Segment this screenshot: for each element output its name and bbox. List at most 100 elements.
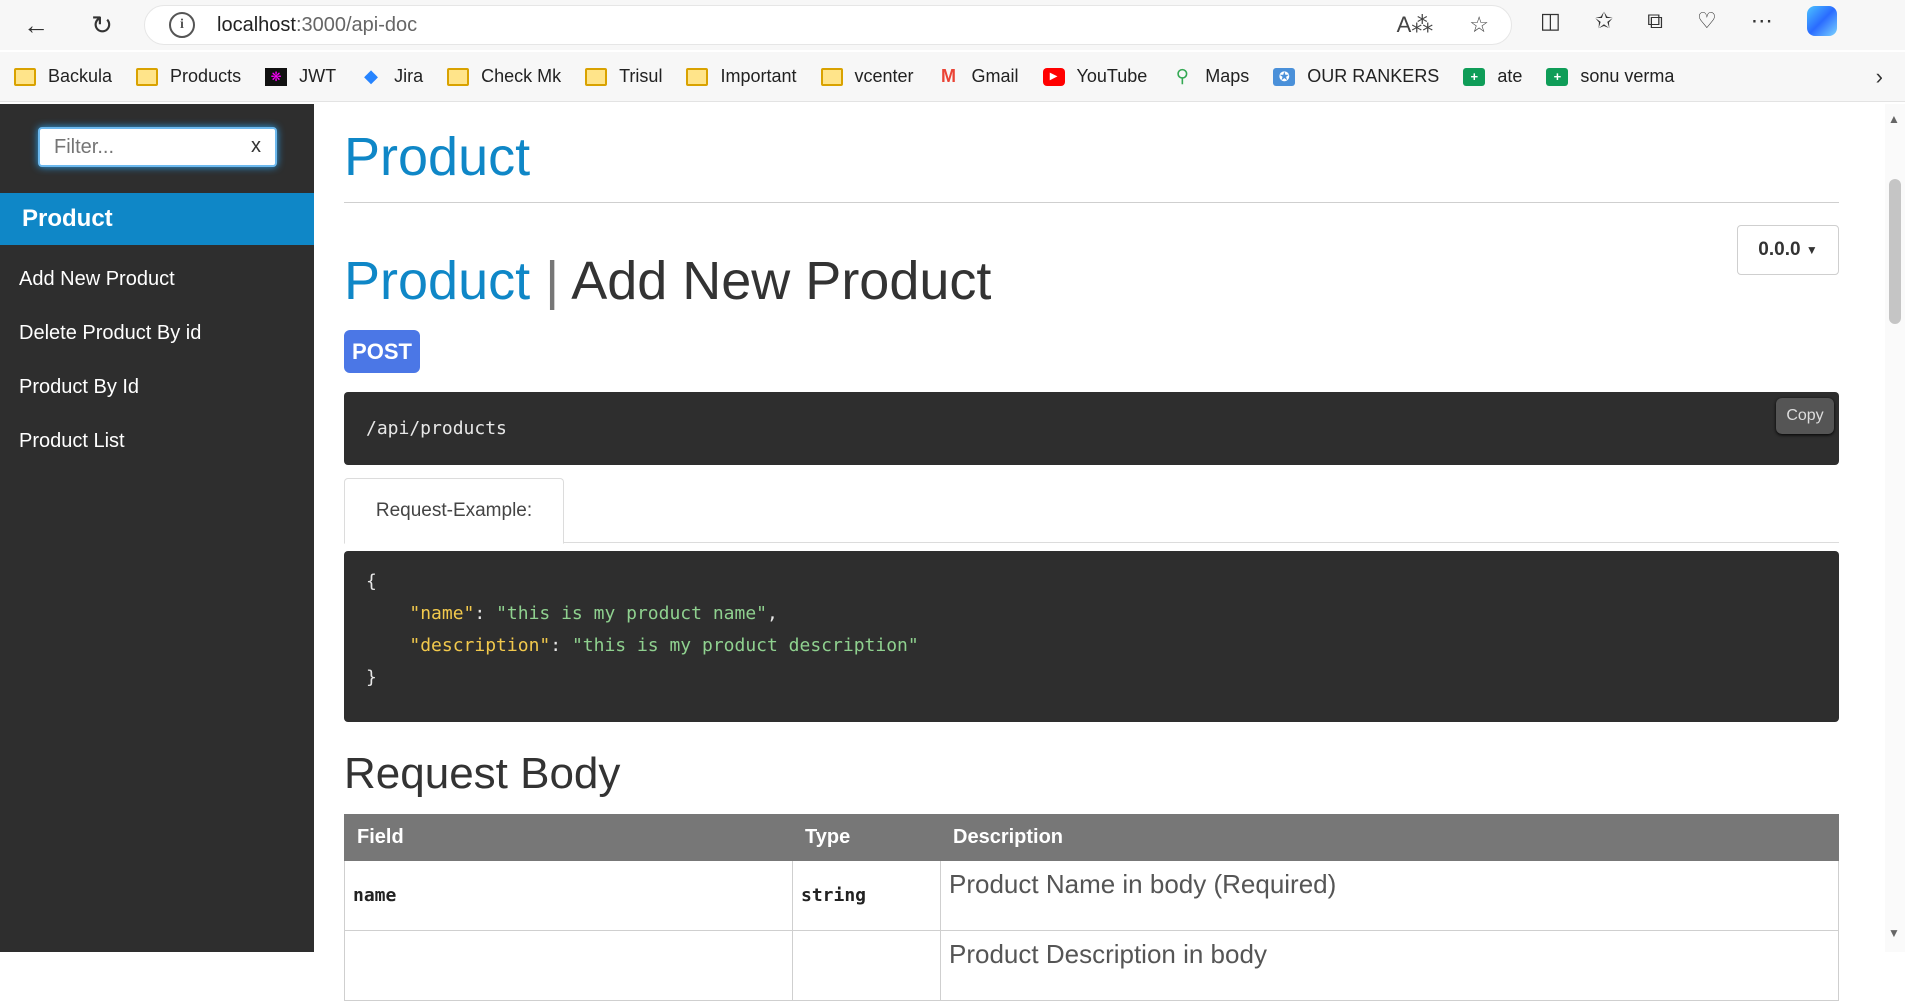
- jira-icon: ◆: [364, 66, 378, 86]
- bookmark-label: Jira: [394, 66, 424, 86]
- filter-box: x: [38, 127, 277, 167]
- bookmark-label: Trisul: [619, 66, 663, 86]
- request-body-heading: Request Body: [344, 749, 621, 798]
- request-example-code: { "name": "this is my product name", "de…: [344, 551, 1839, 722]
- split-screen-icon[interactable]: ◫: [1540, 8, 1561, 34]
- url-text: localhost:3000/api-doc: [217, 14, 417, 37]
- version-label: 0.0.0: [1758, 239, 1801, 260]
- table-row: name string Product Name in body (Requir…: [344, 860, 1839, 931]
- favorites-icon[interactable]: ✩: [1595, 8, 1613, 34]
- main-content: Product 0.0.0 ▼ Product | Add New Produc…: [344, 104, 1839, 1001]
- bookmark-item[interactable]: ⚲ Maps: [1171, 66, 1250, 87]
- sidebar-item-product-list[interactable]: Product List: [19, 430, 125, 453]
- bookmark-label: Important: [720, 66, 797, 86]
- bookmark-item[interactable]: Important: [686, 66, 797, 87]
- description-cell: Product Name in body (Required): [940, 860, 1839, 931]
- bookmark-item[interactable]: ▶ YouTube: [1042, 66, 1148, 87]
- gmail-icon: M: [941, 66, 957, 86]
- example-tabs: Request-Example:: [344, 478, 1839, 544]
- site-info-icon[interactable]: i: [169, 12, 195, 38]
- bookmark-item[interactable]: ◆ Jira: [360, 66, 423, 87]
- sidebar-item-product-by-id[interactable]: Product By Id: [19, 376, 139, 399]
- method-badge: POST: [344, 330, 420, 373]
- url-host: localhost: [217, 13, 296, 36]
- sheets-icon: +: [1463, 67, 1486, 86]
- endpoint-title: Product | Add New Product: [344, 250, 991, 312]
- column-header-field: Field: [344, 814, 793, 861]
- table-row: Product Description in body: [344, 930, 1839, 1001]
- endpoint-path-block: /api/products Copy: [344, 392, 1839, 465]
- copilot-icon[interactable]: [1806, 6, 1837, 36]
- code-open-brace: {: [366, 571, 377, 592]
- request-body-table: Field Type Description name string Produ…: [344, 814, 1839, 1001]
- chevron-right-icon[interactable]: ›: [1876, 64, 1883, 90]
- jwt-icon: ❋: [265, 67, 288, 86]
- bookmark-item[interactable]: ❋ JWT: [265, 66, 336, 87]
- sidebar-item-add-new-product[interactable]: Add New Product: [19, 268, 175, 291]
- json-key: "description": [409, 635, 551, 656]
- endpoint-path: /api/products: [366, 418, 507, 439]
- bookmark-item[interactable]: + ate: [1463, 66, 1522, 87]
- bookmark-label: OUR RANKERS: [1307, 66, 1440, 86]
- code-close-brace: }: [366, 667, 377, 688]
- favorite-star-icon[interactable]: ☆: [1469, 12, 1489, 38]
- bookmark-item[interactable]: ✪ OUR RANKERS: [1273, 66, 1439, 87]
- field-cell: name: [344, 860, 793, 931]
- bookmark-item[interactable]: vcenter: [820, 66, 914, 87]
- bookmark-item[interactable]: Backula: [14, 66, 112, 87]
- filter-input[interactable]: [54, 135, 244, 159]
- page-scrollbar[interactable]: ▲ ▼: [1885, 104, 1905, 952]
- scroll-down-arrow-icon[interactable]: ▼: [1888, 926, 1900, 940]
- rankers-icon: ✪: [1273, 67, 1296, 86]
- folder-icon: [686, 67, 709, 86]
- read-aloud-icon[interactable]: A⁂: [1397, 12, 1434, 38]
- type-cell: string: [792, 860, 941, 931]
- sidebar-item-delete-product[interactable]: Delete Product By id: [19, 322, 201, 345]
- folder-icon: [14, 67, 36, 86]
- browser-essentials-icon[interactable]: ♡: [1697, 8, 1717, 34]
- address-bar[interactable]: i localhost:3000/api-doc A⁂ ☆: [144, 5, 1512, 45]
- code-line-description: "description": "this is my product descr…: [409, 635, 919, 656]
- bookmark-label: Backula: [48, 66, 113, 86]
- reload-icon[interactable]: ↻: [82, 5, 122, 45]
- type-cell: [792, 930, 941, 1001]
- filter-clear-button[interactable]: x: [251, 135, 261, 158]
- copy-button[interactable]: Copy: [1776, 398, 1834, 434]
- bookmark-label: Check Mk: [481, 66, 562, 86]
- scroll-thumb[interactable]: [1889, 179, 1901, 324]
- scroll-up-arrow-icon[interactable]: ▲: [1888, 112, 1900, 126]
- bookmarks-bar: Backula Products ❋ JWT ◆ Jira Check Mk Tri…: [0, 52, 1905, 102]
- bookmark-label: Products: [170, 66, 242, 86]
- bookmark-item[interactable]: Check Mk: [447, 66, 561, 87]
- sidebar-group-product[interactable]: Product: [0, 193, 314, 245]
- bookmark-label: YouTube: [1076, 66, 1148, 86]
- collections-icon[interactable]: ⧉: [1647, 8, 1663, 34]
- folder-icon: [447, 67, 470, 86]
- json-key: "name": [409, 603, 475, 624]
- bookmark-label: JWT: [299, 66, 337, 86]
- caret-down-icon: ▼: [1805, 243, 1818, 257]
- bookmark-label: vcenter: [854, 66, 914, 86]
- folder-icon: [820, 67, 843, 86]
- column-header-type: Type: [792, 814, 941, 861]
- youtube-icon: ▶: [1042, 67, 1065, 86]
- tab-request-example[interactable]: Request-Example:: [344, 478, 564, 544]
- back-arrow-icon[interactable]: ←: [16, 5, 56, 45]
- sidebar: x Product Add New Product Delete Product…: [0, 104, 314, 952]
- divider: [344, 202, 1839, 203]
- bookmark-item[interactable]: + sonu verma: [1546, 66, 1674, 87]
- bookmark-label: Maps: [1205, 66, 1250, 86]
- code-line-name: "name": "this is my product name",: [409, 603, 778, 624]
- title-separator: |: [545, 251, 560, 311]
- version-dropdown[interactable]: 0.0.0 ▼: [1737, 225, 1839, 275]
- more-menu-icon[interactable]: ⋯: [1751, 8, 1773, 34]
- column-header-description: Description: [940, 814, 1839, 861]
- bookmark-label: Gmail: [971, 66, 1019, 86]
- folder-icon: [585, 67, 608, 86]
- json-value: "this is my product name": [496, 603, 768, 624]
- bookmark-item[interactable]: Trisul: [585, 66, 662, 87]
- bookmark-item[interactable]: M Gmail: [938, 66, 1019, 87]
- field-cell: [344, 930, 793, 1001]
- bookmark-item[interactable]: Products: [136, 66, 241, 87]
- endpoint-name: Add New Product: [571, 251, 992, 311]
